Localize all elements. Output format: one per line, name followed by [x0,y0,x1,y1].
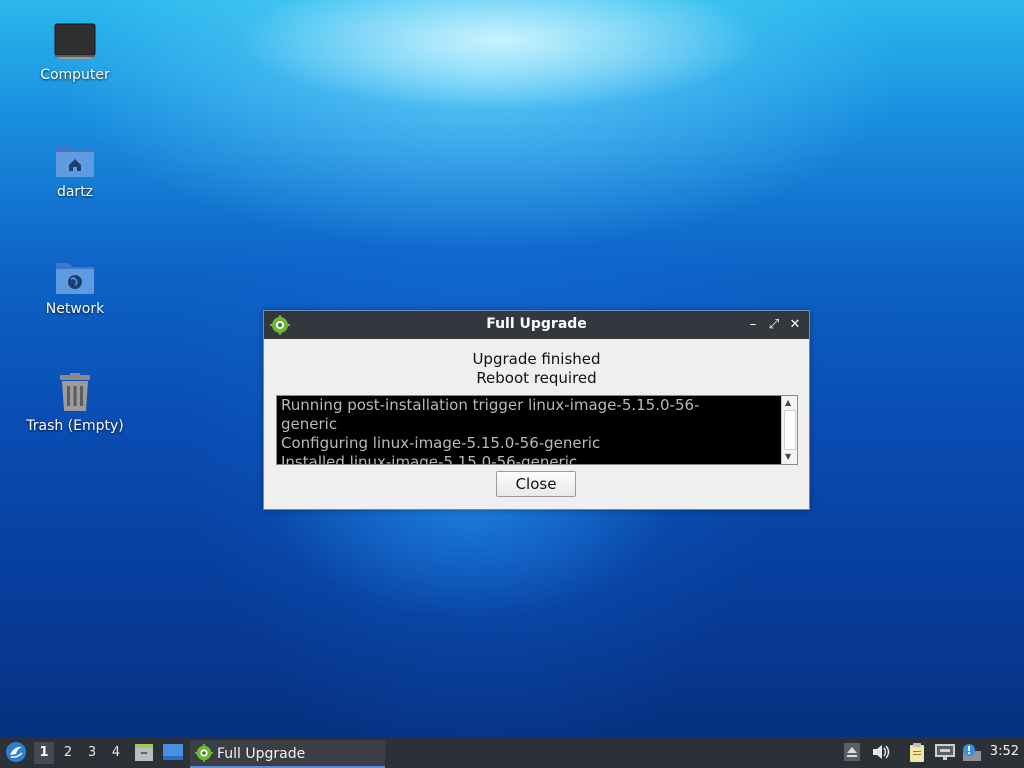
volume-icon[interactable] [871,743,891,761]
clipboard-icon[interactable] [908,743,926,763]
taskbar: 1 2 3 4 Full Upgrade 3:52 [0,737,1024,768]
log-line: Running post-installation trigger linux-… [281,396,700,414]
eject-icon[interactable] [844,743,860,761]
show-desktop-icon[interactable] [162,743,184,761]
close-window-button[interactable]: ✕ [785,315,805,335]
log-lines: Running post-installation trigger linux-… [281,396,777,465]
clock[interactable]: 3:52 [990,744,1019,759]
close-button[interactable]: Close [496,471,576,497]
computer-icon [54,23,96,59]
task-label: Full Upgrade [217,746,306,762]
log-line: generic [281,415,338,433]
desktop-icon-computer[interactable]: Computer [20,22,130,84]
scroll-up-arrow-icon[interactable]: ▲ [785,398,791,407]
workspace-4[interactable]: 4 [106,742,126,764]
log-line: Installed linux-image-5.15.0-56-generic [281,453,578,465]
minimize-button[interactable]: – [743,315,763,335]
scroll-down-arrow-icon[interactable]: ▼ [785,452,791,461]
file-manager-icon[interactable] [134,742,154,762]
dialog-titlebar[interactable]: Full Upgrade – ⤢ ✕ [264,311,809,339]
workspace-2[interactable]: 2 [58,742,78,764]
log-scrollbar[interactable]: ▲ ▼ [781,396,797,464]
desktop-icon-network[interactable]: Network [20,256,130,318]
taskbar-task-full-upgrade[interactable]: Full Upgrade [190,740,385,768]
gear-icon [195,744,213,762]
lubuntu-menu-icon[interactable] [5,741,27,763]
desktop-icon-label: Trash (Empty) [26,418,124,434]
maximize-button[interactable]: ⤢ [764,315,784,335]
home-folder-icon [56,146,94,177]
log-textarea[interactable]: Running post-installation trigger linux-… [276,395,798,465]
full-upgrade-dialog: Full Upgrade – ⤢ ✕ Upgrade finished Rebo… [263,310,810,510]
desktop: Computer dartz Network Trash (Empty) Ful… [0,0,1024,768]
desktop-icon-trash[interactable]: Trash (Empty) [20,371,130,435]
trash-icon [60,373,90,411]
desktop-icon-label: dartz [56,184,94,200]
desktop-icon-label: Computer [40,67,110,83]
desktop-icon-label: Network [45,301,105,317]
desktop-icon-home[interactable]: dartz [20,139,130,201]
log-line: Configuring linux-image-5.15.0-56-generi… [281,434,601,452]
update-notifier-icon[interactable] [961,743,981,763]
workspace-3[interactable]: 3 [82,742,102,764]
message-status: Upgrade finished [472,350,601,368]
scroll-thumb[interactable] [784,410,796,450]
workspace-1[interactable]: 1 [34,742,54,764]
network-folder-icon [56,263,94,294]
message-reboot: Reboot required [476,369,597,387]
network-icon[interactable] [934,743,956,761]
dialog-title: Full Upgrade [486,316,587,332]
